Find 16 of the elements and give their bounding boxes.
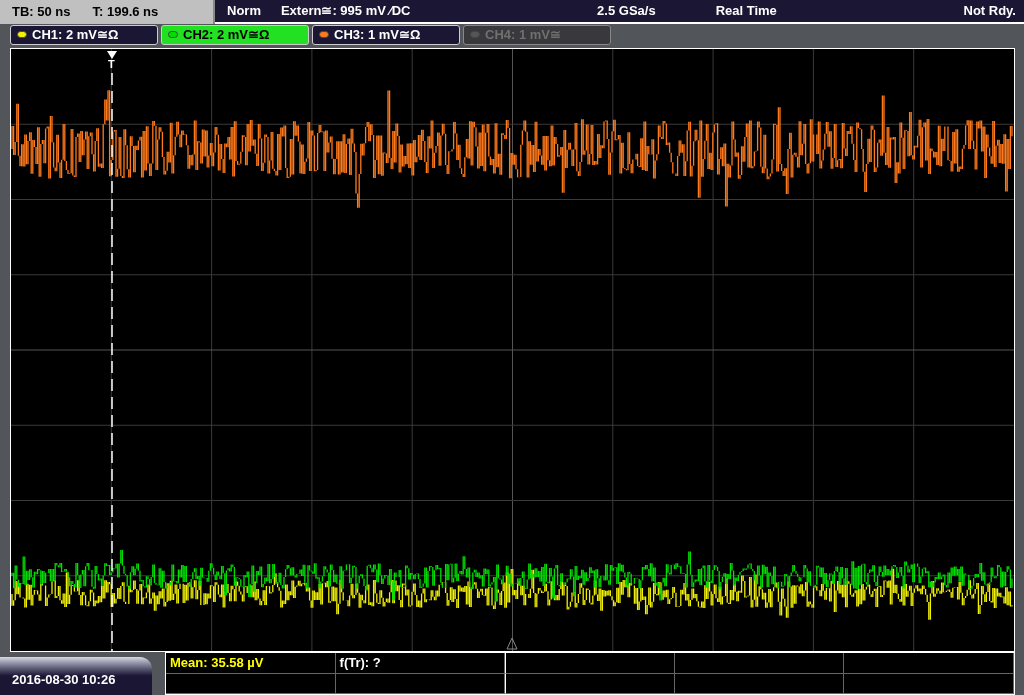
trigger-level-icon bbox=[506, 637, 518, 650]
timebase-label: TB: 50 ns bbox=[12, 3, 71, 22]
trigger-marker: T bbox=[108, 59, 115, 70]
channel-button[interactable]: CH1: 2 mV≅Ω bbox=[10, 24, 158, 45]
channel-button[interactable]: CH3: 1 mV≅Ω bbox=[312, 24, 460, 45]
measurement-value: Mean: 35.58 µV bbox=[170, 654, 264, 672]
measurement-value: f(Tr): ? bbox=[339, 654, 381, 672]
trigger-source-label: Extern≅: 995 mV ⁄DC bbox=[280, 2, 411, 21]
channel-button[interactable]: CH2: 2 mV≅Ω bbox=[161, 24, 309, 45]
date-label: 2016-08-30 10:26 bbox=[12, 670, 116, 689]
sample-rate-label: 2.5 GSa/s bbox=[597, 2, 656, 21]
acquisition-label: Real Time bbox=[715, 2, 777, 21]
trigger-mode-label: Norm bbox=[227, 2, 261, 21]
status-label: Not Rdy. bbox=[963, 2, 1016, 21]
trigger-time-label: T: 199.6 ns bbox=[92, 3, 159, 22]
trigger-position-icon bbox=[107, 51, 117, 59]
